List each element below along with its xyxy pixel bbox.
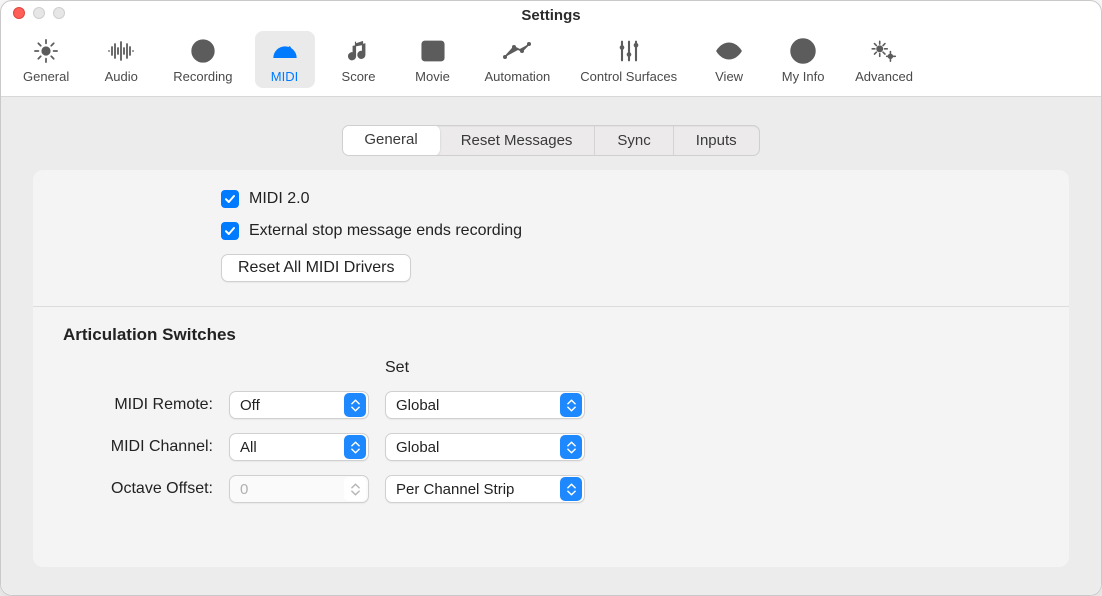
toolbar-label: Automation: [485, 69, 551, 84]
toolbar-label: View: [715, 69, 743, 84]
popup-arrows-icon: [560, 477, 582, 501]
sliders-icon: [611, 37, 647, 65]
octave-offset-label: Octave Offset:: [63, 480, 213, 498]
checkbox-label: External stop message ends recording: [249, 222, 522, 240]
checkbox-midi-2-0-row: MIDI 2.0: [221, 190, 1039, 208]
divider: [33, 306, 1069, 307]
octave-offset-set-select[interactable]: Per Channel Strip: [385, 475, 585, 503]
toolbar-item-view[interactable]: View: [699, 31, 759, 88]
zoom-window-button[interactable]: [53, 7, 65, 19]
content-area: General Reset Messages Sync Inputs MIDI …: [1, 97, 1101, 595]
articulation-switches-title: Articulation Switches: [63, 325, 1039, 345]
close-window-button[interactable]: [13, 7, 25, 19]
select-value: 0: [240, 481, 248, 498]
toolbar-item-my-info[interactable]: My Info: [773, 31, 833, 88]
set-column-header: Set: [385, 359, 585, 377]
gauge-icon: [267, 37, 303, 65]
subtab-inputs[interactable]: Inputs: [674, 126, 759, 155]
toolbar-label: Movie: [415, 69, 450, 84]
toolbar-item-midi[interactable]: MIDI: [255, 31, 315, 88]
checkbox-external-stop[interactable]: [221, 222, 239, 240]
popup-arrows-icon: [344, 477, 366, 501]
toolbar-label: Score: [342, 69, 376, 84]
select-value: Off: [240, 397, 260, 414]
octave-offset-select[interactable]: 0: [229, 475, 369, 503]
toolbar-item-audio[interactable]: Audio: [91, 31, 151, 88]
minimize-window-button[interactable]: [33, 7, 45, 19]
toolbar-label: Advanced: [855, 69, 913, 84]
waveform-icon: [103, 37, 139, 65]
select-value: Global: [396, 439, 439, 456]
select-value: Global: [396, 397, 439, 414]
user-circle-icon: [785, 37, 821, 65]
popup-arrows-icon: [344, 435, 366, 459]
toolbar-item-advanced[interactable]: Advanced: [847, 31, 921, 88]
checkmark-icon: [224, 225, 236, 237]
gear-icon: [28, 37, 64, 65]
toolbar-item-automation[interactable]: Automation: [477, 31, 559, 88]
popup-arrows-icon: [560, 435, 582, 459]
window-controls: [13, 7, 65, 19]
settings-panel: MIDI 2.0 External stop message ends reco…: [33, 170, 1069, 567]
toolbar-item-score[interactable]: Score: [329, 31, 389, 88]
record-icon: [185, 37, 221, 65]
subtab-general[interactable]: General: [342, 125, 439, 156]
midi-channel-select[interactable]: All: [229, 433, 369, 461]
midi-channel-set-select[interactable]: Global: [385, 433, 585, 461]
reset-all-midi-drivers-button[interactable]: Reset All MIDI Drivers: [221, 254, 411, 282]
checkbox-midi-2-0[interactable]: [221, 190, 239, 208]
subtab-sync[interactable]: Sync: [595, 126, 673, 155]
toolbar-label: Recording: [173, 69, 232, 84]
midi-channel-label: MIDI Channel:: [63, 438, 213, 456]
popup-arrows-icon: [560, 393, 582, 417]
checkbox-external-stop-row: External stop message ends recording: [221, 222, 1039, 240]
toolbar-item-control-surfaces[interactable]: Control Surfaces: [572, 31, 685, 88]
titlebar: Settings: [1, 1, 1101, 29]
select-value: All: [240, 439, 257, 456]
midi-remote-set-select[interactable]: Global: [385, 391, 585, 419]
film-icon: [415, 37, 451, 65]
toolbar-label: My Info: [782, 69, 825, 84]
preferences-toolbar: General Audio Recording MIDI Score Movie: [1, 29, 1101, 97]
midi-remote-select[interactable]: Off: [229, 391, 369, 419]
midi-remote-label: MIDI Remote:: [63, 396, 213, 414]
toolbar-item-general[interactable]: General: [15, 31, 77, 88]
select-value: Per Channel Strip: [396, 481, 514, 498]
subtab-reset-messages[interactable]: Reset Messages: [439, 126, 596, 155]
popup-arrows-icon: [344, 393, 366, 417]
eye-icon: [711, 37, 747, 65]
checkmark-icon: [224, 193, 236, 205]
toolbar-label: Audio: [105, 69, 138, 84]
music-notes-icon: [341, 37, 377, 65]
toolbar-label: MIDI: [271, 69, 298, 84]
toolbar-label: General: [23, 69, 69, 84]
gears-icon: [866, 37, 902, 65]
automation-curve-icon: [499, 37, 535, 65]
window-title: Settings: [521, 7, 580, 24]
toolbar-item-movie[interactable]: Movie: [403, 31, 463, 88]
articulation-grid: Set MIDI Remote: Off Global MIDI Channel…: [63, 359, 1039, 503]
subtab-segmented-control: General Reset Messages Sync Inputs: [342, 125, 759, 156]
toolbar-label: Control Surfaces: [580, 69, 677, 84]
checkbox-label: MIDI 2.0: [249, 190, 309, 208]
toolbar-item-recording[interactable]: Recording: [165, 31, 240, 88]
